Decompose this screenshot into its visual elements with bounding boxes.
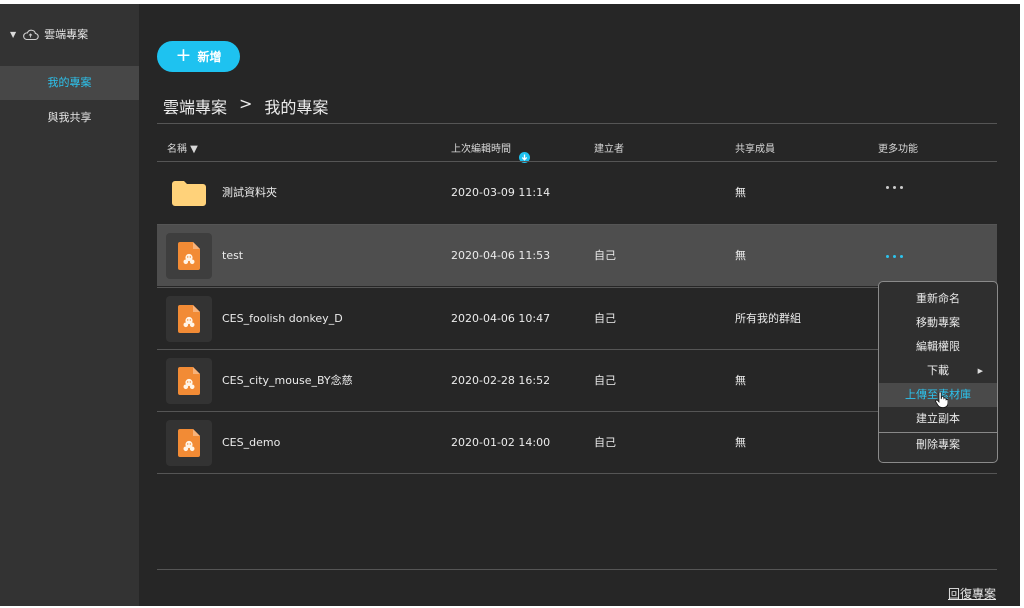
app-window: ▼ 雲端專案 我的專案 與我共享 + 新增 雲端專案 > 我的專案 名稱 ▼ 上… bbox=[0, 4, 1020, 606]
more-options-icon[interactable] bbox=[886, 186, 903, 189]
row-members: 無 bbox=[735, 436, 746, 449]
breadcrumb: 雲端專案 > 我的專案 bbox=[163, 94, 328, 118]
row-creator: 自己 bbox=[594, 436, 616, 449]
cloud-icon bbox=[22, 28, 39, 41]
row-modified: 2020-01-02 14:00 bbox=[451, 436, 551, 449]
menu-item-download[interactable]: 下載 ▶ bbox=[879, 359, 997, 383]
row-name[interactable]: test bbox=[222, 225, 243, 286]
new-button[interactable]: + 新增 bbox=[157, 41, 240, 72]
menu-item-move[interactable]: 移動專案 bbox=[879, 311, 997, 335]
divider bbox=[157, 569, 997, 570]
table-row[interactable]: CES_foolish donkey_D 2020-04-06 10:47 自己… bbox=[157, 288, 997, 349]
row-modified: 2020-04-06 10:47 bbox=[451, 312, 551, 325]
row-members: 無 bbox=[735, 249, 746, 262]
header-more: 更多功能 bbox=[878, 144, 918, 155]
row-name[interactable]: CES_city_mouse_BY念慈 bbox=[222, 350, 353, 411]
project-file-icon bbox=[166, 358, 212, 404]
row-name[interactable]: 測試資料夾 bbox=[222, 162, 277, 223]
breadcrumb-current: 我的專案 bbox=[264, 98, 329, 117]
more-options-icon[interactable] bbox=[886, 255, 903, 258]
row-creator: 自己 bbox=[594, 312, 616, 325]
project-file-icon bbox=[166, 296, 212, 342]
hand-pointer-icon bbox=[935, 391, 949, 412]
menu-item-download-label: 下載 bbox=[927, 364, 949, 377]
sidebar-item-my-projects[interactable]: 我的專案 bbox=[0, 66, 139, 100]
header-members: 共享成員 bbox=[735, 144, 775, 155]
row-name[interactable]: CES_demo bbox=[222, 412, 280, 473]
header-modified[interactable]: 上次編輯時間 bbox=[451, 140, 530, 163]
divider bbox=[157, 123, 997, 124]
menu-item-permissions[interactable]: 編輯權限 bbox=[879, 335, 997, 359]
table-row[interactable]: CES_city_mouse_BY念慈 2020-02-28 16:52 自己 … bbox=[157, 350, 997, 411]
row-members: 無 bbox=[735, 374, 746, 387]
row-members: 無 bbox=[735, 186, 746, 199]
row-members: 所有我的群組 bbox=[735, 312, 801, 325]
row-name[interactable]: CES_foolish donkey_D bbox=[222, 288, 343, 349]
divider bbox=[157, 473, 997, 474]
sidebar: ▼ 雲端專案 我的專案 與我共享 bbox=[0, 4, 139, 606]
breadcrumb-root[interactable]: 雲端專案 bbox=[163, 94, 227, 118]
table-header: 名稱 ▼ 上次編輯時間 建立者 共享成員 更多功能 bbox=[157, 128, 997, 164]
sidebar-root-label: 雲端專案 bbox=[44, 28, 89, 41]
menu-item-delete[interactable]: 刪除專案 bbox=[879, 433, 997, 457]
project-file-icon bbox=[166, 233, 212, 279]
project-file-icon bbox=[166, 420, 212, 466]
new-button-label: 新增 bbox=[197, 50, 222, 64]
row-creator: 自己 bbox=[594, 249, 616, 262]
header-modified-label: 上次編輯時間 bbox=[451, 144, 511, 155]
chevron-right-icon: ▶ bbox=[977, 367, 983, 375]
caret-down-icon[interactable]: ▼ bbox=[10, 30, 16, 39]
menu-item-rename[interactable]: 重新命名 bbox=[879, 287, 997, 311]
row-modified: 2020-02-28 16:52 bbox=[451, 374, 551, 387]
header-creator: 建立者 bbox=[594, 144, 624, 155]
restore-projects-link[interactable]: 回復專案 bbox=[948, 585, 996, 602]
folder-icon bbox=[166, 170, 212, 216]
header-name[interactable]: 名稱 ▼ bbox=[167, 140, 198, 155]
plus-icon: + bbox=[175, 44, 192, 66]
sidebar-item-shared-with-me[interactable]: 與我共享 bbox=[0, 101, 139, 135]
context-menu: 重新命名 移動專案 編輯權限 下載 ▶ 上傳至素材庫 建立副本 刪除專案 bbox=[878, 281, 998, 463]
sidebar-root[interactable]: ▼ 雲端專案 bbox=[10, 24, 88, 44]
row-modified: 2020-04-06 11:53 bbox=[451, 249, 551, 262]
table-row[interactable]: CES_demo 2020-01-02 14:00 自己 無 bbox=[157, 412, 997, 473]
table-row[interactable]: 測試資料夾 2020-03-09 11:14 無 bbox=[157, 162, 997, 223]
row-creator: 自己 bbox=[594, 374, 616, 387]
row-modified: 2020-03-09 11:14 bbox=[451, 186, 551, 199]
breadcrumb-separator: > bbox=[239, 94, 253, 113]
table-row[interactable]: test 2020-04-06 11:53 自己 無 bbox=[157, 225, 997, 286]
